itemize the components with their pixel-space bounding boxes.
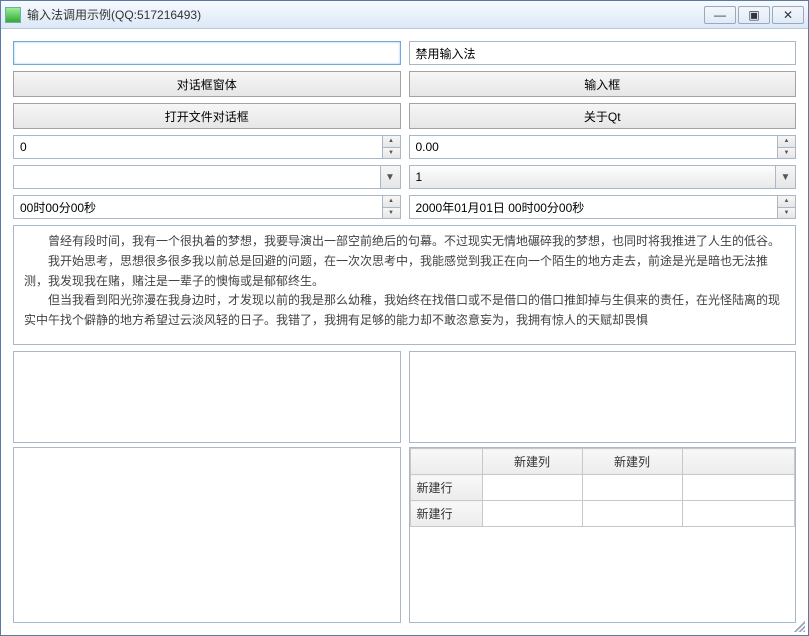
- list-widget-top-left[interactable]: [13, 351, 401, 443]
- maximize-button[interactable]: ▣: [738, 6, 770, 24]
- app-window: 输入法调用示例(QQ:517216493) — ▣ ✕ 对话框窗体 输入框 打开…: [0, 0, 809, 636]
- table-cell[interactable]: [482, 501, 582, 527]
- int-spinbox[interactable]: 0 ▲ ▼: [13, 135, 401, 159]
- data-table[interactable]: 新建列 新建列 新建行 新建行: [410, 448, 796, 527]
- combobox-left[interactable]: ▼: [13, 165, 401, 189]
- spin-up-icon[interactable]: ▲: [383, 196, 400, 208]
- table-header-row: 新建列 新建列: [410, 449, 795, 475]
- spin-up-icon[interactable]: ▲: [383, 136, 400, 148]
- window-controls: — ▣ ✕: [704, 6, 804, 24]
- spin-down-icon[interactable]: ▼: [383, 208, 400, 219]
- app-icon: [5, 7, 21, 23]
- table-cell[interactable]: [582, 501, 682, 527]
- double-spinbox[interactable]: 0.00 ▲ ▼: [409, 135, 797, 159]
- row-header[interactable]: 新建行: [410, 475, 482, 501]
- about-qt-button[interactable]: 关于Qt: [409, 103, 797, 129]
- row-header[interactable]: 新建行: [410, 501, 482, 527]
- double-spinbox-value[interactable]: 0.00: [410, 136, 778, 158]
- minimize-button[interactable]: —: [704, 6, 736, 24]
- left-panel: [13, 351, 401, 623]
- dialog-window-button[interactable]: 对话框窗体: [13, 71, 401, 97]
- combobox-right[interactable]: 1 ▼: [409, 165, 797, 189]
- essay-paragraph: 我开始思考，思想很多很多我以前总是回避的问题，在一次次思考中，我能感觉到我正在向…: [24, 252, 785, 292]
- table-filler: [682, 449, 795, 475]
- essay-paragraph: 曾经有段时间，我有一个很执着的梦想，我要导演出一部空前绝后的句幕。不过现实无情地…: [24, 232, 785, 252]
- text-input-left[interactable]: [13, 41, 401, 65]
- close-button[interactable]: ✕: [772, 6, 804, 24]
- int-spinbox-value[interactable]: 0: [14, 136, 382, 158]
- chevron-down-icon[interactable]: ▼: [380, 166, 400, 188]
- text-edit[interactable]: 曾经有段时间，我有一个很执着的梦想，我要导演出一部空前绝后的句幕。不过现实无情地…: [13, 225, 796, 345]
- right-panel: 新建列 新建列 新建行 新建行: [409, 351, 797, 623]
- list-widget-top-right[interactable]: [409, 351, 797, 443]
- client-area: 对话框窗体 输入框 打开文件对话框 关于Qt 0 ▲ ▼ 0.00 ▲ ▼: [1, 29, 808, 635]
- list-widget-bottom-left[interactable]: [13, 447, 401, 623]
- table-widget[interactable]: 新建列 新建列 新建行 新建行: [409, 447, 797, 623]
- window-title: 输入法调用示例(QQ:517216493): [27, 6, 704, 23]
- combobox-left-value: [14, 166, 380, 188]
- spin-down-icon[interactable]: ▼: [778, 208, 795, 219]
- open-file-dialog-button[interactable]: 打开文件对话框: [13, 103, 401, 129]
- datetime-edit[interactable]: 2000年01月01日 00时00分00秒 ▲ ▼: [409, 195, 797, 219]
- time-spin-buttons: ▲ ▼: [382, 196, 400, 218]
- double-spinbox-buttons: ▲ ▼: [777, 136, 795, 158]
- input-box-button[interactable]: 输入框: [409, 71, 797, 97]
- int-spinbox-buttons: ▲ ▼: [382, 136, 400, 158]
- datetime-spin-buttons: ▲ ▼: [777, 196, 795, 218]
- spin-up-icon[interactable]: ▲: [778, 136, 795, 148]
- essay-paragraph: 但当我看到阳光弥漫在我身边时，才发现以前的我是那么幼稚，我始终在找借口或不是借口…: [24, 291, 785, 331]
- table-cell[interactable]: [582, 475, 682, 501]
- datetime-edit-value[interactable]: 2000年01月01日 00时00分00秒: [410, 196, 778, 218]
- title-bar[interactable]: 输入法调用示例(QQ:517216493) — ▣ ✕: [1, 1, 808, 29]
- time-edit[interactable]: 00时00分00秒 ▲ ▼: [13, 195, 401, 219]
- table-cell[interactable]: [482, 475, 582, 501]
- column-header[interactable]: 新建列: [582, 449, 682, 475]
- spin-down-icon[interactable]: ▼: [778, 148, 795, 159]
- spin-down-icon[interactable]: ▼: [383, 148, 400, 159]
- table-row[interactable]: 新建行: [410, 475, 795, 501]
- table-row[interactable]: 新建行: [410, 501, 795, 527]
- column-header[interactable]: 新建列: [482, 449, 582, 475]
- text-input-right-ime-disabled[interactable]: [409, 41, 797, 65]
- combobox-right-value: 1: [410, 166, 776, 188]
- table-filler: [682, 475, 795, 501]
- chevron-down-icon[interactable]: ▼: [775, 166, 795, 188]
- table-filler: [682, 501, 795, 527]
- time-edit-value[interactable]: 00时00分00秒: [14, 196, 382, 218]
- table-corner[interactable]: [410, 449, 482, 475]
- spin-up-icon[interactable]: ▲: [778, 196, 795, 208]
- resize-grip-icon[interactable]: [791, 618, 805, 632]
